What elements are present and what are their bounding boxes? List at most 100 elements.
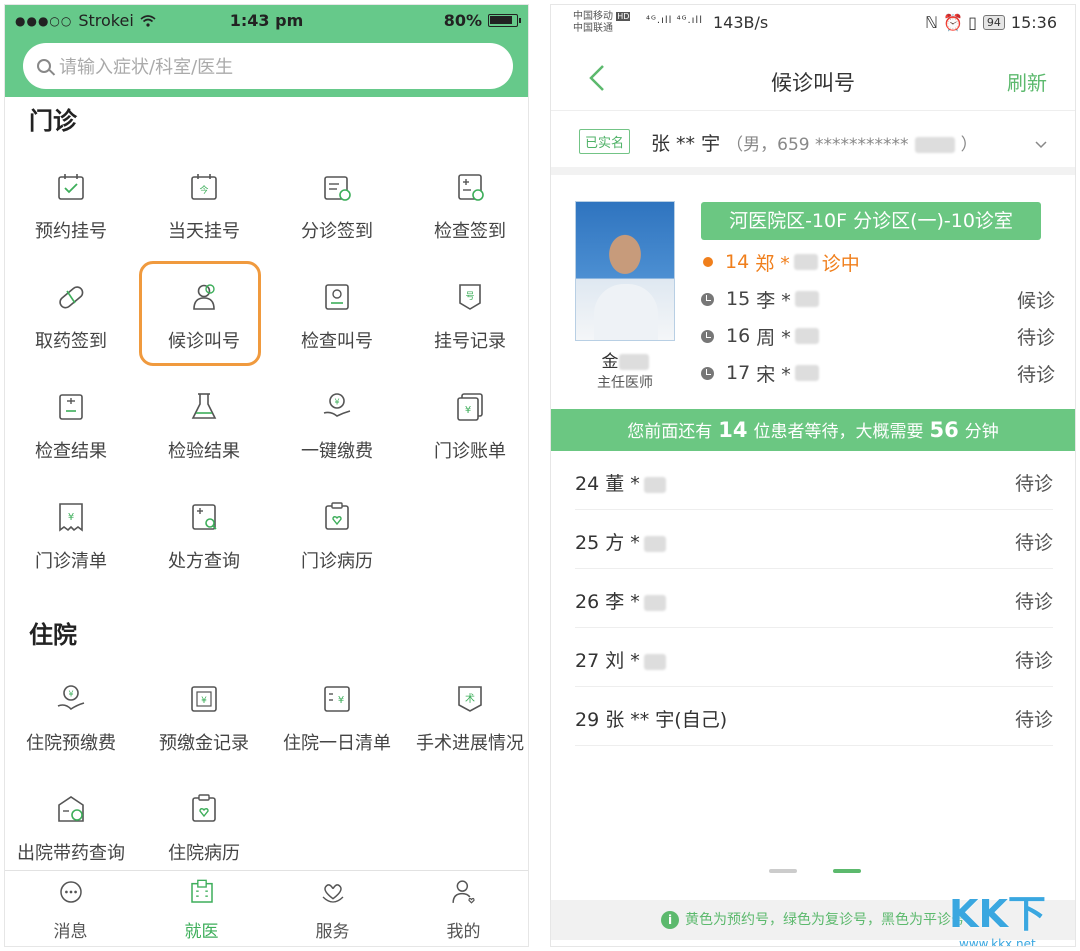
service-tile[interactable]: ¥ 一键缴费 [271,389,403,489]
redacted-chip [643,653,666,670]
service-tile[interactable]: 预约挂号 [5,169,137,269]
triage-checkin-icon [324,176,351,201]
pill-icon [59,286,84,309]
section-title-inpatient: 住院 [29,621,77,649]
service-tile-label: 门诊病历 [301,551,373,572]
list-item: 24 董 * 待诊 [575,451,1053,510]
list-item-status: 待诊 [1014,532,1053,554]
queue-name: 宋 * [756,363,791,386]
page-dot-active[interactable] [833,869,861,873]
message-icon [59,881,82,903]
clock-icon [701,329,714,343]
service-tile[interactable]: 号挂号记录 [404,279,528,379]
page-dot[interactable] [769,869,797,873]
battery-level: 94 [982,15,1005,30]
service-tile[interactable]: 分诊签到 [271,169,403,269]
watermark-logo: KK下载 www.kkx.net [949,883,1069,946]
service-tile[interactable]: 检验结果 [138,389,270,489]
queue-entry: 16 周 * 待诊 [701,319,1055,353]
redacted-chip [643,535,666,552]
service-tile-label: 门诊清单 [35,551,107,572]
redacted-chip [794,291,819,307]
svg-text:术: 术 [465,693,475,705]
battery-percent: 80% [443,11,482,30]
tab-item[interactable]: 我的 [398,877,528,942]
page-indicator [551,869,1075,875]
section-title-outpatient: 门诊 [29,107,77,135]
wait-prefix: 您前面还有 [627,422,713,442]
legend-text: 黄色为预约号，绿色为复诊号，黑色为平诊号 [685,912,965,928]
list-item-name: 25 方 * [575,532,640,554]
patient-selector[interactable]: 已实名 张 ** 宇 （男，659 *********** ） [551,115,1075,175]
service-tile[interactable]: ¥ 门诊账单 [404,389,528,489]
list-item-status: 待诊 [1014,709,1053,731]
list-item: 29 张 ** 宇(自己) 待诊 [575,687,1053,746]
service-tile[interactable]: ¥ 住院预缴费 [5,681,137,781]
queue-number: 17 [726,362,751,384]
list-item-name: 26 李 * [575,591,640,613]
service-tile-label: 住院预缴费 [26,733,116,754]
network-speed: 143B/s [713,13,769,32]
redacted-chip [914,136,955,153]
redacted-chip [793,254,818,270]
queue-entry: 17 宋 * 待诊 [701,356,1055,390]
search-input[interactable]: 请输入症状/科室/医生 [23,43,513,89]
list-item: 25 方 * 待诊 [575,510,1053,569]
service-tile-label: 处方查询 [168,551,240,572]
queue-name: 周 * [756,326,791,349]
service-tile[interactable]: 门诊病历 [271,499,403,599]
clock-icon [701,366,714,380]
service-tile[interactable]: 术手术进展情况 [404,681,528,781]
battery-icon [488,14,521,27]
service-tile-label: 住院一日清单 [283,733,391,754]
service-tile[interactable]: 检查结果 [5,389,137,489]
medical-record-icon [325,502,349,530]
list-item-status: 待诊 [1014,650,1053,672]
current-dot-icon [703,257,713,267]
search-placeholder: 请输入症状/科室/医生 [59,57,234,78]
service-tile[interactable]: ¥ 住院一日清单 [271,681,403,781]
receipt-icon: ¥ [59,503,83,532]
service-tile[interactable]: 取药签到 [5,279,137,379]
status-bar: 中国移动 HD 中国联通 ⁴ᴳ.ıll ⁴ᴳ.ıll 143B/s ℕ ⏰ ▯ … [551,5,1075,43]
service-tile-label: 检验结果 [168,441,240,462]
service-tile-label: 当天挂号 [168,221,240,242]
tab-label: 消息 [53,922,88,942]
service-tile-label: 一键缴费 [301,441,373,462]
service-tile[interactable]: 检查签到 [404,169,528,269]
list-item-status: 待诊 [1014,591,1053,613]
tab-item[interactable]: 消息 [5,877,136,942]
queue-name: 李 * [756,289,791,312]
service-tile[interactable]: ¥ 门诊清单 [5,499,137,599]
tab-item[interactable]: 就医 [136,877,267,942]
queue-status: 待诊 [1016,326,1055,349]
queue-call-screen: 中国移动 HD 中国联通 ⁴ᴳ.ıll ⁴ᴳ.ıll 143B/s ℕ ⏰ ▯ … [550,4,1076,947]
service-tile[interactable]: 今当天挂号 [138,169,270,269]
bill-icon: ¥ [457,393,483,421]
service-tile-label: 挂号记录 [434,331,506,352]
prepay-icon: ¥ [57,685,85,711]
redacted-chip [643,594,666,611]
service-tile[interactable]: ¥ 预缴金记录 [138,681,270,781]
service-tile[interactable]: 处方查询 [138,499,270,599]
service-tile[interactable]: 检查叫号 [271,279,403,379]
tab-item[interactable]: 服务 [267,877,398,942]
heart-hands-icon [322,884,343,903]
status-time: 15:36 [1010,13,1057,32]
queue-entry: 15 李 * 候诊 [701,282,1055,316]
service-tile-label: 出院带药查询 [17,843,125,864]
info-icon: i [661,911,679,929]
pay-hand-icon: ¥ [323,393,351,417]
queue-status: 待诊 [1016,363,1055,386]
service-tile-label: 手术进展情况 [416,733,524,754]
refresh-button[interactable]: 刷新 [1007,67,1047,96]
hd-badge: HD [616,12,631,21]
clock-icon [701,292,714,306]
tab-label: 我的 [446,922,481,942]
patient-id-suffix: ） [960,135,978,155]
wait-people-count: 14 [718,418,748,442]
signal-icon: ⁴ᴳ.ıll ⁴ᴳ.ıll [646,15,703,26]
register-record-icon: 号 [459,284,481,310]
redacted-chip [643,476,666,493]
queue-number: 15 [726,288,751,310]
